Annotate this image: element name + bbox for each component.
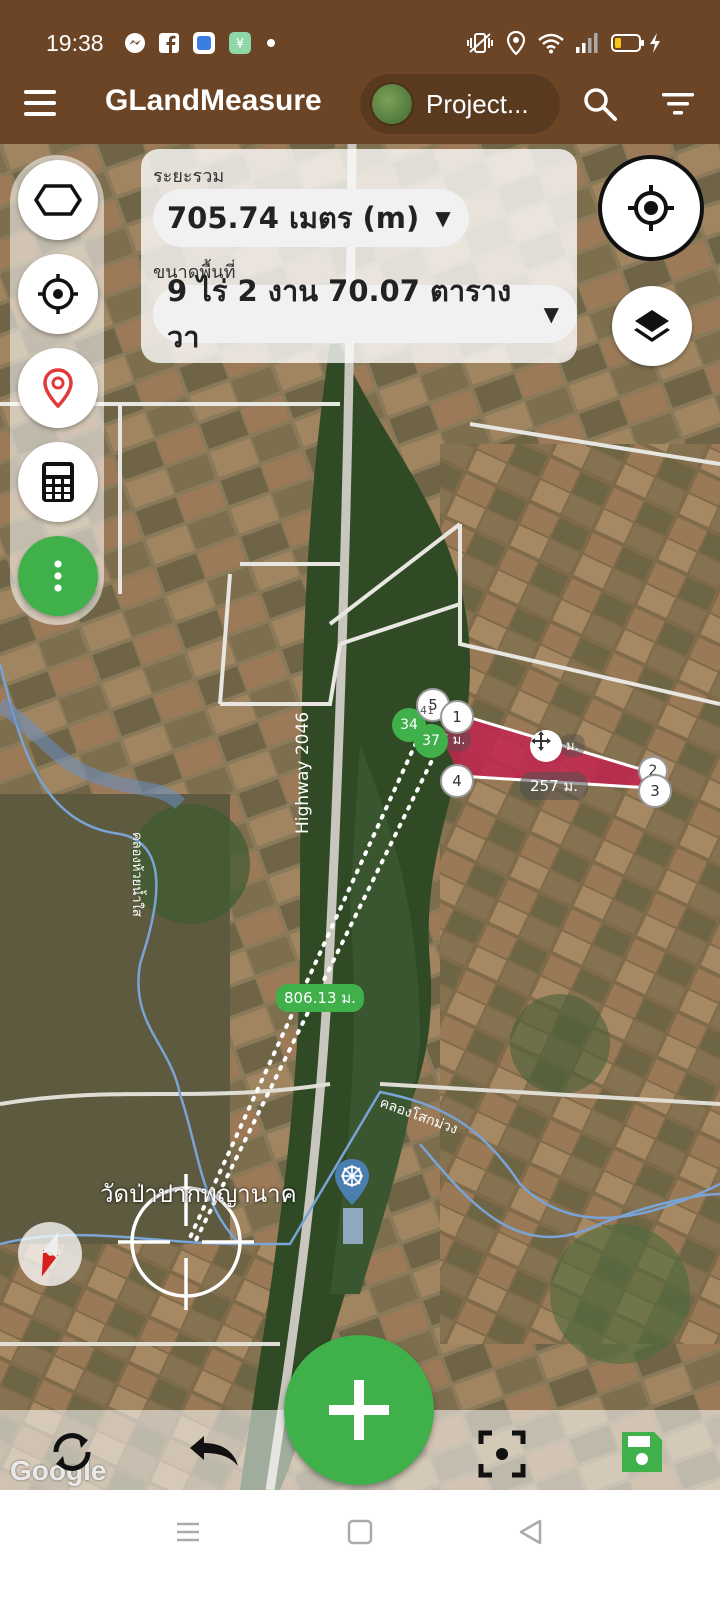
- location-icon: [506, 31, 526, 55]
- app-bar: GLandMeasure Project...: [0, 64, 720, 144]
- pin-button[interactable]: [18, 348, 98, 428]
- marker-label: 37: [422, 733, 440, 749]
- segment-length-label: 257 ม.: [520, 772, 589, 800]
- filter-icon[interactable]: [662, 90, 694, 118]
- distance-unit-selector[interactable]: 705.74 เมตร (m) ▼: [153, 189, 469, 247]
- app-title: GLandMeasure: [105, 84, 322, 117]
- fit-screen-button[interactable]: [478, 1430, 526, 1478]
- clock: 19:38: [46, 30, 104, 56]
- layers-icon: [634, 310, 670, 342]
- refresh-button[interactable]: [48, 1428, 96, 1476]
- move-polygon-handle[interactable]: [530, 730, 562, 762]
- distance-label: 806.13 ม.: [276, 984, 364, 1012]
- messenger-icon: [124, 32, 146, 54]
- polygon-icon: [33, 184, 83, 216]
- app-icon: ¥: [228, 32, 252, 54]
- vibrate-icon: [466, 32, 494, 54]
- calculator-icon: [42, 462, 74, 502]
- gps-point-button[interactable]: [18, 254, 98, 334]
- caret-down-icon: ▼: [435, 206, 451, 230]
- area-unit-selector[interactable]: 9 ไร่ 2 งาน 70.07 ตารางวา ▼: [153, 274, 577, 354]
- back-icon[interactable]: [516, 1518, 544, 1546]
- map-pin-icon: [43, 368, 73, 408]
- vertex-marker[interactable]: 4: [440, 764, 474, 798]
- project-selector[interactable]: Project...: [360, 74, 560, 134]
- undo-button[interactable]: [186, 1432, 242, 1474]
- menu-icon[interactable]: [24, 90, 56, 118]
- facebook-icon: [158, 32, 180, 54]
- marker-label: 3: [650, 782, 660, 800]
- sync-icon: [53, 1433, 91, 1471]
- map-layers-button[interactable]: [612, 286, 692, 366]
- save-icon: [622, 1432, 662, 1472]
- crosshair-icon: [38, 274, 78, 314]
- dot-icon: [264, 32, 278, 54]
- compass-icon: [41, 1231, 59, 1277]
- more-vertical-icon: [54, 560, 62, 592]
- undo-icon: [190, 1436, 238, 1466]
- compass[interactable]: [18, 1222, 82, 1286]
- road-label: Highway 2046: [293, 711, 313, 834]
- recents-icon[interactable]: [174, 1518, 202, 1546]
- signal-icon: [574, 32, 600, 54]
- marker-label: 4: [452, 772, 462, 790]
- my-location-icon: [628, 185, 674, 231]
- project-label: Project...: [426, 88, 529, 119]
- area-value: 9 ไร่ 2 งาน 70.07 ตารางวา: [167, 274, 512, 354]
- battery-icon: [610, 32, 646, 54]
- focus-frame-icon: [478, 1430, 526, 1478]
- my-location-button[interactable]: [598, 155, 704, 261]
- project-thumbnail: [370, 82, 414, 126]
- distance-label: ระยะรวม: [153, 166, 225, 187]
- home-icon[interactable]: [346, 1518, 374, 1546]
- segment-length-label: ม.: [560, 734, 585, 757]
- app-icon: [192, 32, 216, 54]
- more-options-button[interactable]: [18, 536, 98, 616]
- charging-icon: [646, 32, 664, 54]
- calculator-button[interactable]: [18, 442, 98, 522]
- temple-building: [343, 1208, 363, 1244]
- temple-label: วัดป่าปากพญานาค: [100, 1180, 297, 1208]
- marker-label: 1: [452, 708, 462, 726]
- canal-label: คลองห้วยน้ำใส: [129, 832, 144, 917]
- save-button[interactable]: [618, 1428, 666, 1476]
- marker-label: 41: [420, 704, 434, 717]
- temple-marker[interactable]: [334, 1158, 370, 1206]
- vertex-marker[interactable]: 1: [440, 700, 474, 734]
- green-vertex-marker[interactable]: 37: [414, 724, 448, 758]
- system-navigation-bar: [0, 1490, 720, 1600]
- distance-value: 705.74 เมตร (m): [167, 201, 420, 235]
- wifi-icon: [536, 32, 566, 54]
- measurement-card: ระยะรวม 705.74 เมตร (m) ▼ ขนาดพื้นที่ 9 …: [141, 149, 577, 363]
- svg-text:¥: ¥: [236, 37, 244, 52]
- marker-label: 34: [400, 717, 418, 733]
- polygon-mode-button[interactable]: [18, 160, 98, 240]
- move-icon: [531, 731, 551, 751]
- caret-down-icon: ▼: [543, 302, 559, 326]
- add-point-button[interactable]: [284, 1335, 434, 1485]
- plus-icon: [329, 1380, 389, 1440]
- search-icon[interactable]: [582, 86, 618, 122]
- vertex-marker[interactable]: 3: [638, 774, 672, 808]
